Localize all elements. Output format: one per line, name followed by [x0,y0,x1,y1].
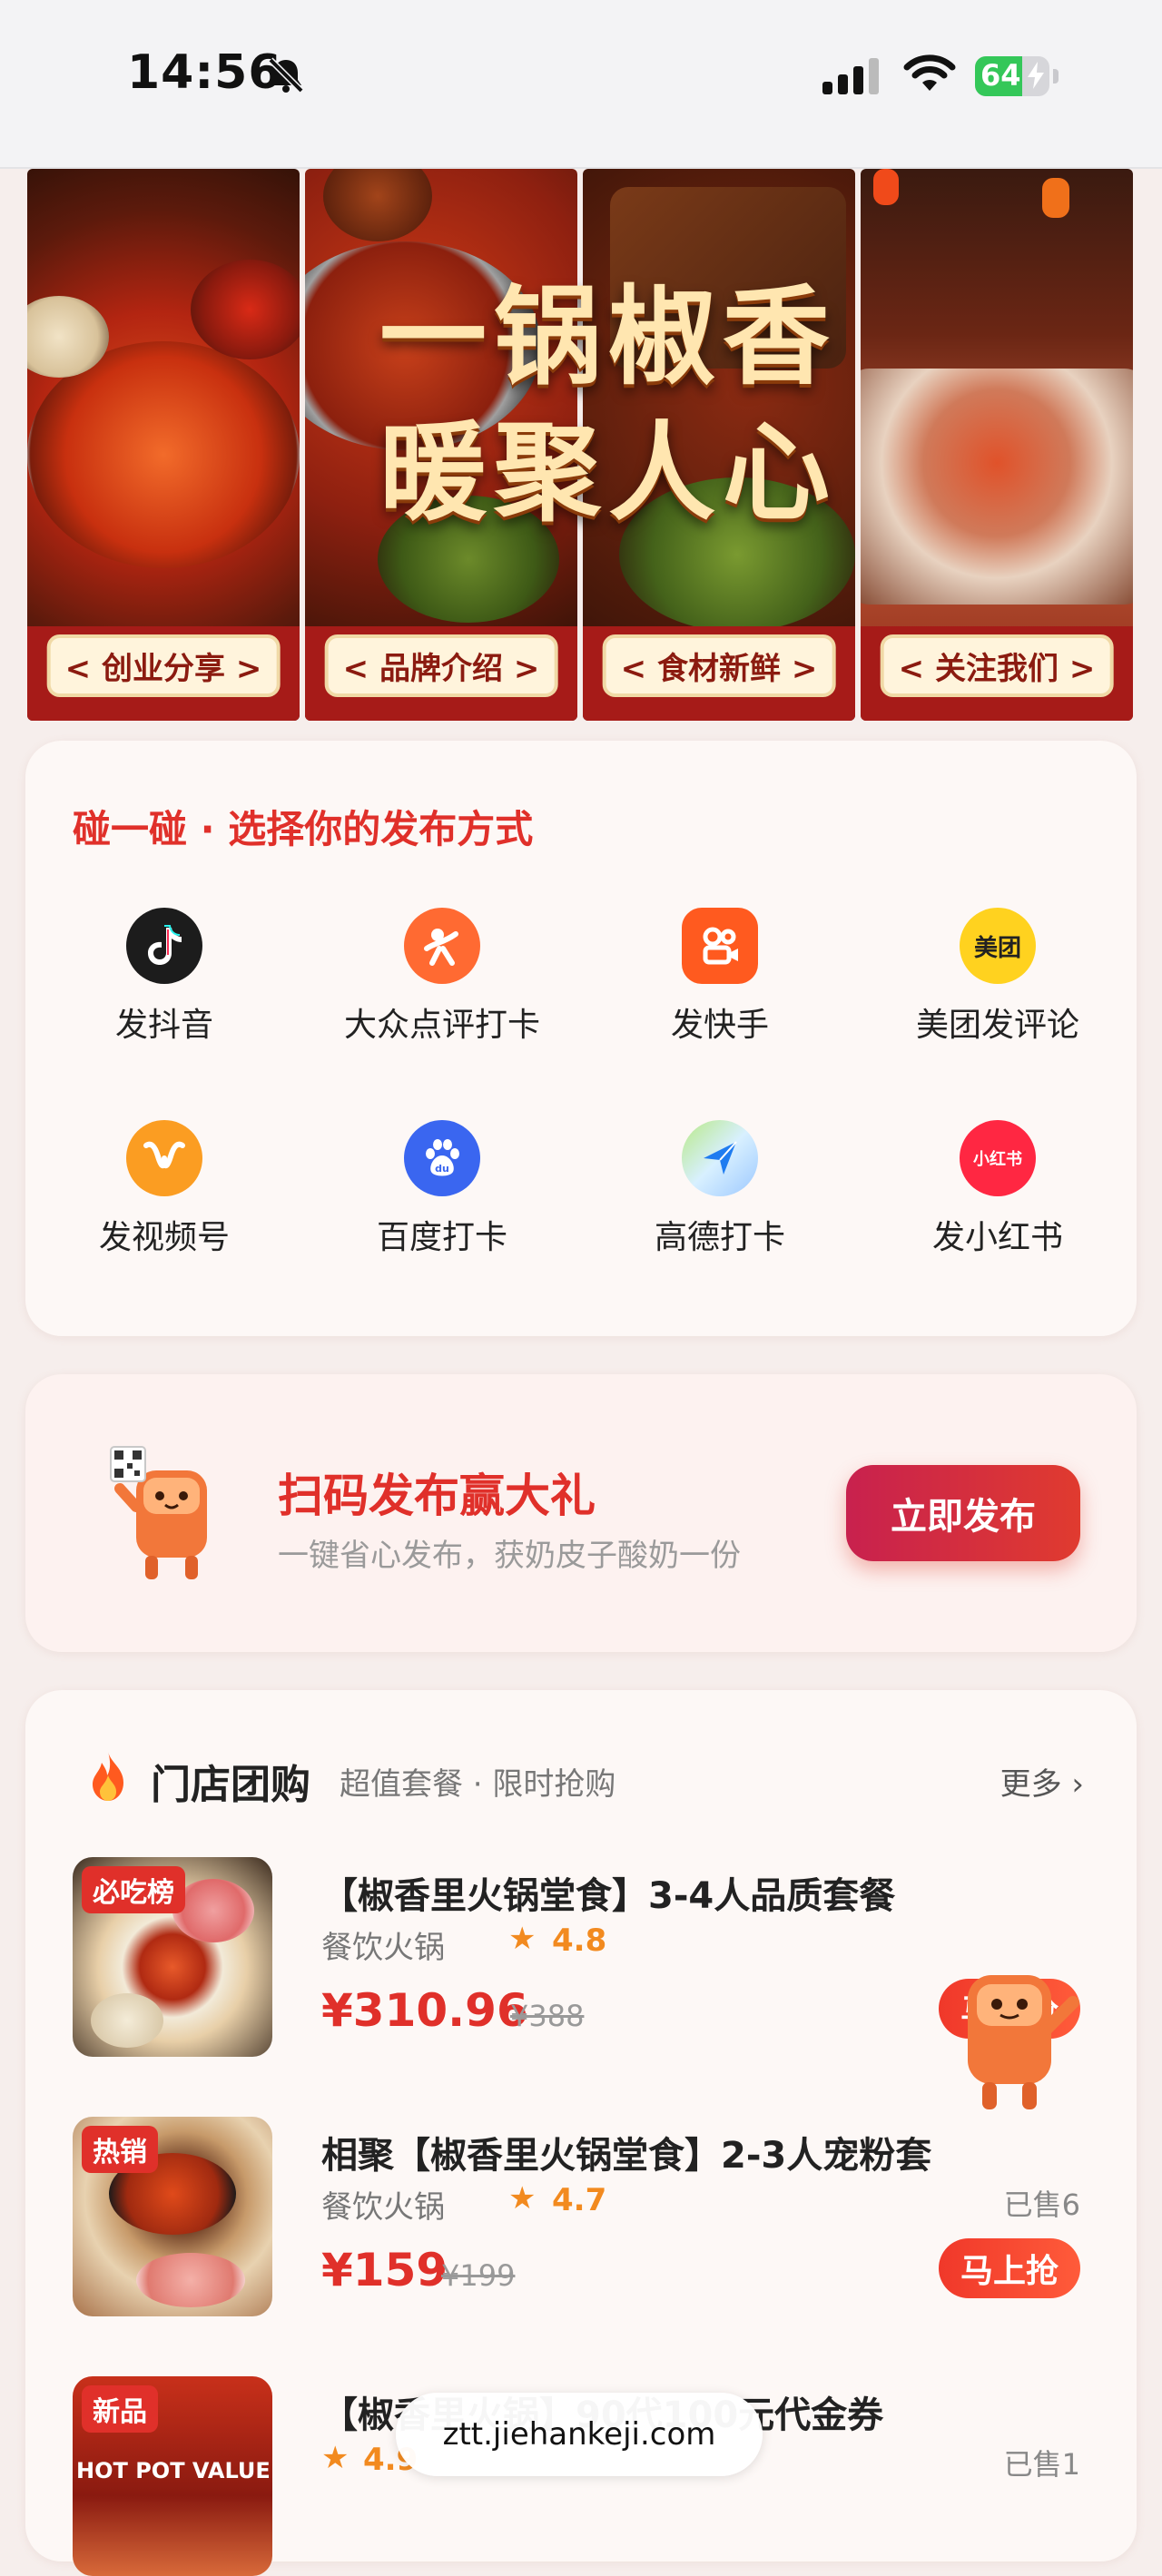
banner-label-follow[interactable]: < 关注我们 > [880,634,1114,697]
publish-xiaohongshu-label: 发小红书 [931,1219,1063,1256]
meat-plate-image [136,2253,245,2307]
deal-price: ¥310.96 [321,1984,528,2037]
deal-thumbnail: 热销 [73,2117,272,2316]
deal-price: ¥159 [321,2244,448,2296]
pepper-bowl-image [323,169,432,241]
deal-rating: 4.8 [552,1922,607,1959]
deal-original-price: ¥388 [510,1999,585,2033]
more-link[interactable]: 更多 › [1000,1759,1084,1804]
deal-thumbnail: 新品 HOT POT VALUE [73,2376,272,2576]
xiaohongshu-badge: 小红书 [973,1150,1022,1169]
dianping-icon [404,908,480,984]
deal-tag: 新品 [82,2385,158,2433]
publish-baidu[interactable]: du 百度打卡 [303,1120,581,1258]
clock: 14:56 [127,45,282,100]
deal-item[interactable]: 必吃榜 【椒香里火锅堂食】3-4人品质套餐 餐饮火锅 ★ 4.8 ¥310.96… [73,1857,1080,2057]
publish-title: 碰一碰 · 选择你的发布方式 [73,807,534,851]
banner-panel-startup[interactable]: < 创业分享 > [27,169,300,721]
scan-title: 扫码发布赢大礼 [278,1470,596,1522]
deal-tag: 必吃榜 [82,1866,185,1913]
publish-kuaishou[interactable]: 发快手 [581,908,859,1046]
star-icon: ★ [508,2180,537,2217]
xiaohongshu-icon: 小红书 [960,1120,1036,1196]
meituan-badge: 美团 [973,934,1021,962]
banner-label-startup[interactable]: < 创业分享 > [46,634,281,697]
group-title: 门店团购 [151,1762,310,1808]
publish-now-button[interactable]: 立即发布 [846,1465,1080,1561]
floating-mascot-icon[interactable] [955,1966,1091,2120]
deal-thumbnail: 必吃榜 [73,1857,272,2057]
group-subtitle: 超值套餐 · 限时抢购 [340,1766,616,1803]
publish-dianping-label: 大众点评打卡 [343,1007,540,1044]
silent-bell-icon [268,57,304,93]
deal-item[interactable]: 热销 相聚【椒香里火锅堂食】2-3人宠粉套 餐饮火锅 ★ 4.7 已售6 ¥15… [73,2117,1080,2316]
publish-dianping[interactable]: 大众点评打卡 [303,908,581,1046]
deal-sold-count: 已售1 [1003,2447,1080,2482]
deal-rating: 4.7 [552,2182,607,2218]
amap-icon [682,1120,758,1196]
publish-methods-card: 碰一碰 · 选择你的发布方式 发抖音 大众点评打卡 发快手 美团 美团发评论 发… [25,741,1137,1336]
meituan-icon: 美团 [960,908,1036,984]
publish-kuaishou-label: 发快手 [670,1007,769,1044]
chili-bowl-image [191,260,300,359]
deal-original-price: ¥199 [441,2258,516,2293]
mascot-qr-icon [110,1446,207,1579]
lantern-image [1042,178,1069,218]
wifi-icon [903,54,956,91]
deal-name: 相聚【椒香里火锅堂食】2-3人宠粉套 [321,2135,932,2177]
dumplings-image [91,1993,163,2048]
grab-button[interactable]: 马上抢 [939,2238,1080,2298]
deal-category: 餐饮火锅 [321,2189,445,2226]
star-icon: ★ [321,2440,350,2476]
battery-indicator: 64 [975,56,1049,96]
publish-douyin[interactable]: 发抖音 [25,908,303,1046]
battery-level: 64 [980,58,1021,93]
banner-label-brand[interactable]: < 品牌介绍 > [324,634,558,697]
deal-category: 餐饮火锅 [321,1930,445,1966]
publish-baidu-label: 百度打卡 [376,1219,507,1256]
scan-promo-card: 扫码发布赢大礼 一键省心发布，获奶皮子酸奶一份 立即发布 [25,1374,1137,1652]
svg-text:du: du [435,1163,449,1175]
status-bar: 14:56 64 [0,0,1162,169]
promo-banner[interactable]: < 创业分享 > < 品牌介绍 > < 食材新鲜 > < 关注我们 > 一锅椒香… [27,169,1133,721]
charging-bolt-icon [1028,62,1044,89]
baidu-icon: du [404,1120,480,1196]
publish-amap[interactable]: 高德打卡 [581,1120,859,1258]
cellular-signal-icon [822,58,879,94]
slogan-line-1: 一锅椒香 [379,273,837,399]
kuaishou-icon [682,908,758,984]
url-bar[interactable]: ztt.jiehankeji.com [396,2393,763,2476]
lantern-image [873,169,899,205]
deal-name: 【椒香里火锅堂食】3-4人品质套餐 [321,1875,896,1917]
scan-subtitle: 一键省心发布，获奶皮子酸奶一份 [278,1538,741,1574]
slogan-line-2: 暖聚人心 [379,409,837,536]
channels-icon [126,1120,202,1196]
publish-meituan-label: 美团发评论 [915,1007,1079,1044]
publish-channels[interactable]: 发视频号 [25,1120,303,1258]
publish-meituan[interactable]: 美团 美团发评论 [859,908,1137,1046]
coupon-thumb-text: HOT POT VALUE [76,2458,271,2483]
douyin-icon [126,908,202,984]
publish-douyin-label: 发抖音 [114,1007,213,1044]
restaurant-table-image [861,369,1133,605]
fire-icon [93,1752,123,1801]
banner-panel-follow[interactable]: < 关注我们 > [861,169,1133,721]
deal-sold-count: 已售6 [1003,2188,1080,2222]
deal-tag: 热销 [82,2126,158,2173]
publish-amap-label: 高德打卡 [654,1219,785,1256]
star-icon: ★ [508,1921,537,1957]
battery-tip [1053,69,1059,84]
banner-slogan: 一锅椒香 暖聚人心 [327,269,890,541]
publish-channels-label: 发视频号 [98,1219,230,1256]
banner-label-ingredients[interactable]: < 食材新鲜 > [602,634,836,697]
publish-xiaohongshu[interactable]: 小红书 发小红书 [859,1120,1137,1258]
